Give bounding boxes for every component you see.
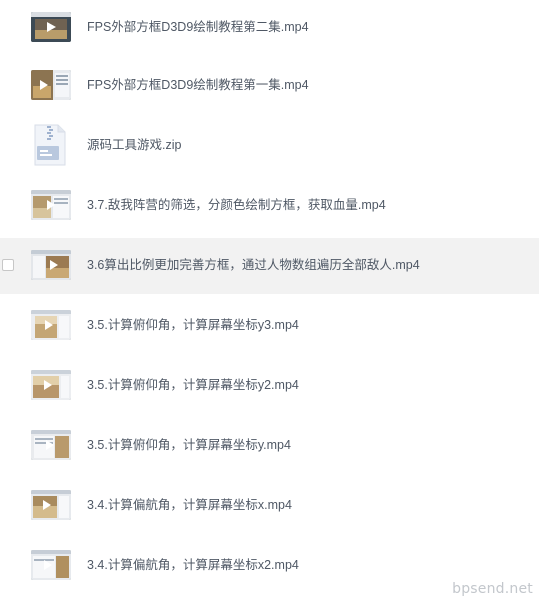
zip-file-icon <box>32 122 68 168</box>
file-row[interactable]: 3.5.计算俯仰角，计算屏幕坐标y.mp4 <box>0 418 539 474</box>
file-name[interactable]: FPS外部方框D3D9绘制教程第一集.mp4 <box>87 76 309 94</box>
video-thumbnail <box>31 12 71 42</box>
file-name[interactable]: 源码工具游戏.zip <box>87 136 181 154</box>
video-thumbnail <box>31 490 71 520</box>
video-thumbnail <box>31 430 71 460</box>
file-row[interactable]: 3.7.敌我阵营的筛选，分颜色绘制方框，获取血量.mp4 <box>0 178 539 234</box>
file-list: FPS外部方框D3D9绘制教程第二集.mp4 FPS外部方框D3D9绘制教程第一… <box>0 0 539 603</box>
video-thumbnail <box>31 370 71 400</box>
file-name[interactable]: 3.6算出比例更加完善方框，通过人物数组遍历全部敌人.mp4 <box>87 256 420 274</box>
video-thumbnail <box>31 550 71 580</box>
video-thumbnail <box>31 70 71 100</box>
file-name[interactable]: 3.4.计算偏航角，计算屏幕坐标x.mp4 <box>87 496 292 514</box>
file-name[interactable]: 3.4.计算偏航角，计算屏幕坐标x2.mp4 <box>87 556 299 574</box>
watermark: bpsend.net <box>452 581 533 597</box>
file-row[interactable]: 3.5.计算俯仰角，计算屏幕坐标y2.mp4 <box>0 358 539 414</box>
file-name[interactable]: FPS外部方框D3D9绘制教程第二集.mp4 <box>87 18 309 36</box>
file-name[interactable]: 3.7.敌我阵营的筛选，分颜色绘制方框，获取血量.mp4 <box>87 196 386 214</box>
file-row[interactable]: 源码工具游戏.zip <box>0 118 539 174</box>
file-row[interactable]: 3.6算出比例更加完善方框，通过人物数组遍历全部敌人.mp4 <box>0 238 539 294</box>
file-name[interactable]: 3.5.计算俯仰角，计算屏幕坐标y2.mp4 <box>87 376 299 394</box>
file-row[interactable]: FPS外部方框D3D9绘制教程第一集.mp4 <box>0 58 539 114</box>
file-row[interactable]: 3.5.计算俯仰角，计算屏幕坐标y3.mp4 <box>0 298 539 354</box>
file-row[interactable]: FPS外部方框D3D9绘制教程第二集.mp4 <box>0 0 539 56</box>
video-thumbnail <box>31 310 71 340</box>
file-name[interactable]: 3.5.计算俯仰角，计算屏幕坐标y3.mp4 <box>87 316 299 334</box>
file-row[interactable]: 3.4.计算偏航角，计算屏幕坐标x.mp4 <box>0 478 539 534</box>
file-name[interactable]: 3.5.计算俯仰角，计算屏幕坐标y.mp4 <box>87 436 291 454</box>
row-checkbox[interactable] <box>2 259 14 271</box>
video-thumbnail <box>31 250 71 280</box>
video-thumbnail <box>31 190 71 220</box>
